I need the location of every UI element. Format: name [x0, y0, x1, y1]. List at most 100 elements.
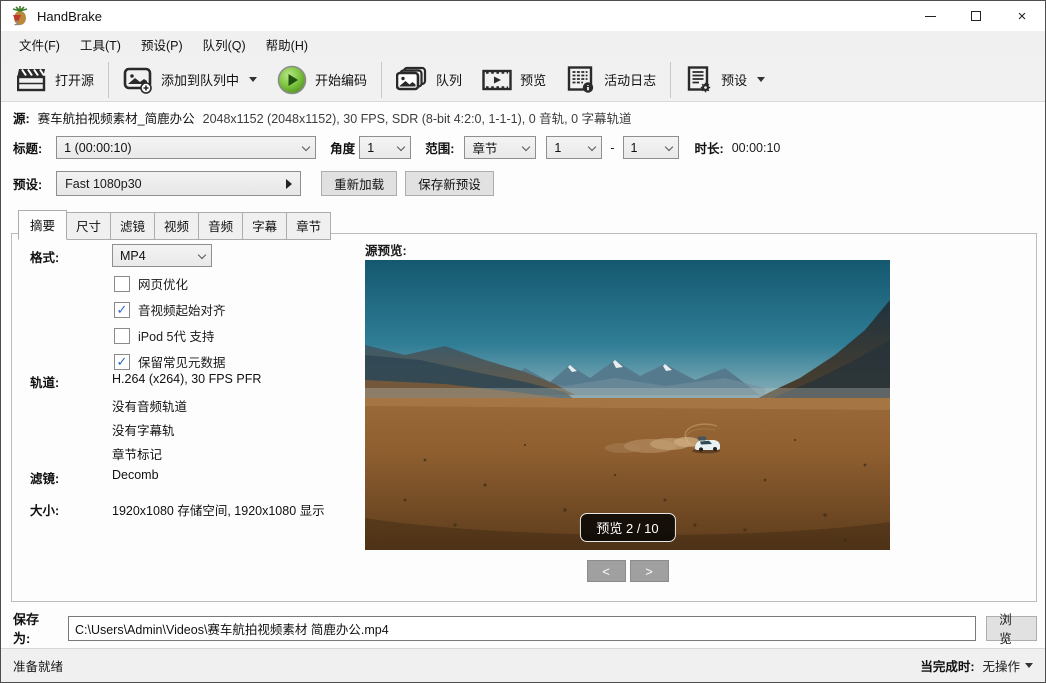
chevron-right-icon	[286, 179, 292, 189]
size-label: 大小:	[30, 500, 59, 519]
preset-label: 预设:	[13, 174, 42, 193]
toolbar: 打开源 添加到队列中	[1, 58, 1045, 102]
duration-value: 00:00:10	[732, 141, 781, 155]
toolbar-separator	[670, 62, 671, 98]
range-from-value: 1	[554, 141, 561, 155]
save-new-preset-button[interactable]: 保存新预设	[405, 171, 494, 196]
menu-item-1[interactable]: 工具(T)	[70, 31, 131, 58]
add-to-queue-icon	[123, 66, 153, 94]
checkbox-unchecked-icon[interactable]	[114, 328, 130, 344]
tab-0[interactable]: 摘要	[18, 210, 67, 240]
toolbar-separator	[108, 62, 109, 98]
chevron-down-icon	[249, 77, 257, 82]
chevron-down-icon	[1025, 663, 1033, 668]
format-select-value: MP4	[120, 249, 146, 263]
checkbox-unchecked-icon[interactable]	[114, 276, 130, 292]
close-button[interactable]: ×	[999, 1, 1045, 31]
title-bar: HandBrake ×	[1, 1, 1045, 31]
add-to-queue-button[interactable]: 添加到队列中	[113, 61, 267, 99]
title-row: 标题: 1 (00:00:10) 角度 1 范围: 章节 1 - 1 时长: 0…	[13, 136, 780, 159]
queue-icon	[396, 66, 428, 94]
tab-2[interactable]: 滤镜	[110, 212, 155, 240]
tab-1[interactable]: 尺寸	[66, 212, 111, 240]
format-option-label: iPod 5代 支持	[138, 326, 214, 345]
preview-prev-button[interactable]: <	[587, 560, 626, 582]
menu-item-3[interactable]: 队列(Q)	[193, 31, 256, 58]
source-label: 源:	[13, 108, 30, 127]
tab-3[interactable]: 视频	[154, 212, 199, 240]
angle-label: 角度	[330, 138, 355, 157]
tab-5[interactable]: 字幕	[242, 212, 287, 240]
title-select[interactable]: 1 (00:00:10)	[56, 136, 316, 159]
open-source-label: 打开源	[55, 70, 94, 89]
tab-6[interactable]: 章节	[286, 212, 331, 240]
preview-next-button[interactable]: >	[630, 560, 669, 582]
presets-label: 预设	[721, 70, 747, 89]
window-title: HandBrake	[37, 9, 102, 24]
format-option-0[interactable]: 网页优化	[114, 274, 188, 293]
format-option-3[interactable]: ✓ 保留常见元数据	[114, 352, 226, 371]
track-line-1: 没有音频轨道	[112, 396, 187, 415]
reload-preset-button[interactable]: 重新加载	[321, 171, 397, 196]
activity-log-button[interactable]: 活动日志	[556, 61, 666, 99]
duration-label: 时长:	[695, 138, 724, 157]
start-encode-label: 开始编码	[315, 70, 367, 89]
chevron-down-icon	[397, 143, 405, 151]
chevron-down-icon	[302, 143, 310, 151]
activity-log-icon	[566, 66, 596, 94]
save-as-label: 保存为:	[13, 609, 56, 647]
preview-button[interactable]: 预览	[472, 61, 556, 99]
format-select[interactable]: MP4	[112, 244, 212, 267]
menu-item-0[interactable]: 文件(F)	[9, 31, 70, 58]
range-label: 范围:	[425, 138, 454, 157]
filters-label: 滤镜:	[30, 468, 59, 487]
menu-item-2[interactable]: 预设(P)	[131, 31, 193, 58]
track-line-3: 章节标记	[112, 444, 162, 463]
track-line-2: 没有字幕轨	[112, 420, 175, 439]
format-option-1[interactable]: ✓音视频起始对齐	[114, 300, 226, 319]
open-source-button[interactable]: 打开源	[7, 61, 104, 99]
format-option-label: 网页优化	[138, 274, 188, 293]
preset-select[interactable]: Fast 1080p30	[56, 171, 301, 196]
chevron-down-icon	[588, 143, 596, 151]
range-type-value: 章节	[472, 138, 497, 157]
format-option-2[interactable]: iPod 5代 支持	[114, 326, 214, 345]
title-select-value: 1 (00:00:10)	[64, 141, 131, 155]
preview-nav: < >	[365, 560, 890, 582]
handbrake-logo-icon	[9, 6, 29, 26]
menu-item-4[interactable]: 帮助(H)	[256, 31, 318, 58]
preview-scene	[365, 260, 890, 550]
preset-select-value: Fast 1080p30	[65, 177, 141, 191]
handbrake-window: HandBrake × 文件(F)工具(T)预设(P)队列(Q)帮助(H) 打开…	[0, 0, 1046, 683]
status-text: 准备就绪	[13, 656, 63, 675]
size-value: 1920x1080 存储空间, 1920x1080 显示	[112, 500, 325, 519]
checkbox-checked-icon[interactable]: ✓	[114, 354, 130, 370]
range-from-select[interactable]: 1	[546, 136, 602, 159]
format-option-label: 保留常见元数据	[138, 352, 226, 371]
toolbar-separator	[381, 62, 382, 98]
maximize-button[interactable]	[953, 1, 999, 31]
angle-select[interactable]: 1	[359, 136, 411, 159]
presets-button[interactable]: 预设	[675, 61, 775, 99]
start-encode-button[interactable]: 开始编码	[267, 61, 377, 99]
tab-bar: 摘要尺寸滤镜视频音频字幕章节	[18, 212, 330, 240]
save-path-input[interactable]: C:\Users\Admin\Videos\赛车航拍视频素材 简鹿办公.mp4	[68, 616, 976, 641]
range-to-select[interactable]: 1	[623, 136, 679, 159]
status-bar: 准备就绪 当完成时: 无操作	[1, 648, 1045, 682]
film-preview-icon	[482, 67, 512, 93]
format-label: 格式:	[30, 247, 59, 266]
range-type-select[interactable]: 章节	[464, 136, 536, 159]
chevron-down-icon	[198, 251, 206, 259]
browse-button[interactable]: 浏览	[986, 616, 1037, 641]
source-row: 源: 赛车航拍视频素材_简鹿办公 2048x1152 (2048x1152), …	[13, 108, 632, 127]
minimize-button[interactable]	[907, 1, 953, 31]
title-label: 标题:	[13, 138, 42, 157]
tab-4[interactable]: 音频	[198, 212, 243, 240]
source-name: 赛车航拍视频素材_简鹿办公	[38, 108, 195, 127]
chevron-down-icon	[757, 77, 765, 82]
when-done-select[interactable]: 无操作	[982, 656, 1033, 675]
preview-image: 预览 2 / 10	[365, 260, 890, 550]
queue-button[interactable]: 队列	[386, 61, 472, 99]
range-to-value: 1	[631, 141, 638, 155]
checkbox-checked-icon[interactable]: ✓	[114, 302, 130, 318]
